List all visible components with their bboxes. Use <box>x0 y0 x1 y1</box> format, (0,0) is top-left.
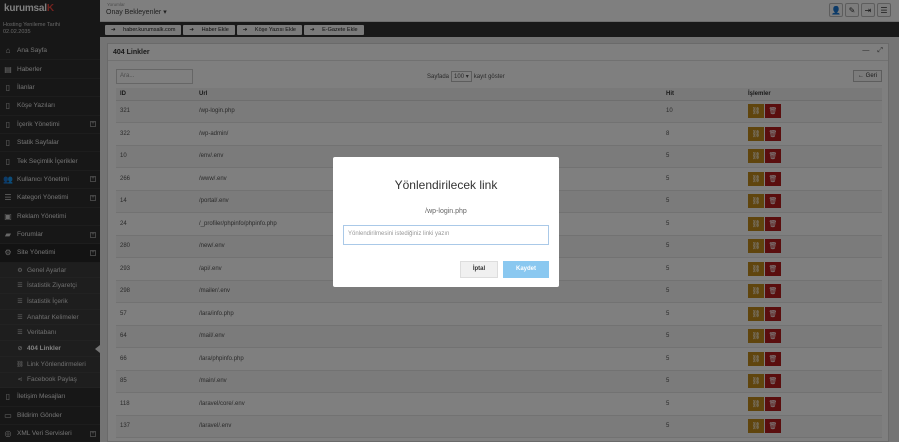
modal-path: /wp-login.php <box>425 208 467 215</box>
modal-title: Yönlendirilecek link <box>394 178 498 192</box>
save-button[interactable]: Kaydet <box>503 261 549 278</box>
redirect-url-input[interactable]: Yönlendirilmesini istediğiniz linki yazı… <box>343 225 549 245</box>
cancel-button[interactable]: İptal <box>460 261 498 278</box>
redirect-modal: Yönlendirilecek link /wp-login.php Yönle… <box>333 157 559 287</box>
